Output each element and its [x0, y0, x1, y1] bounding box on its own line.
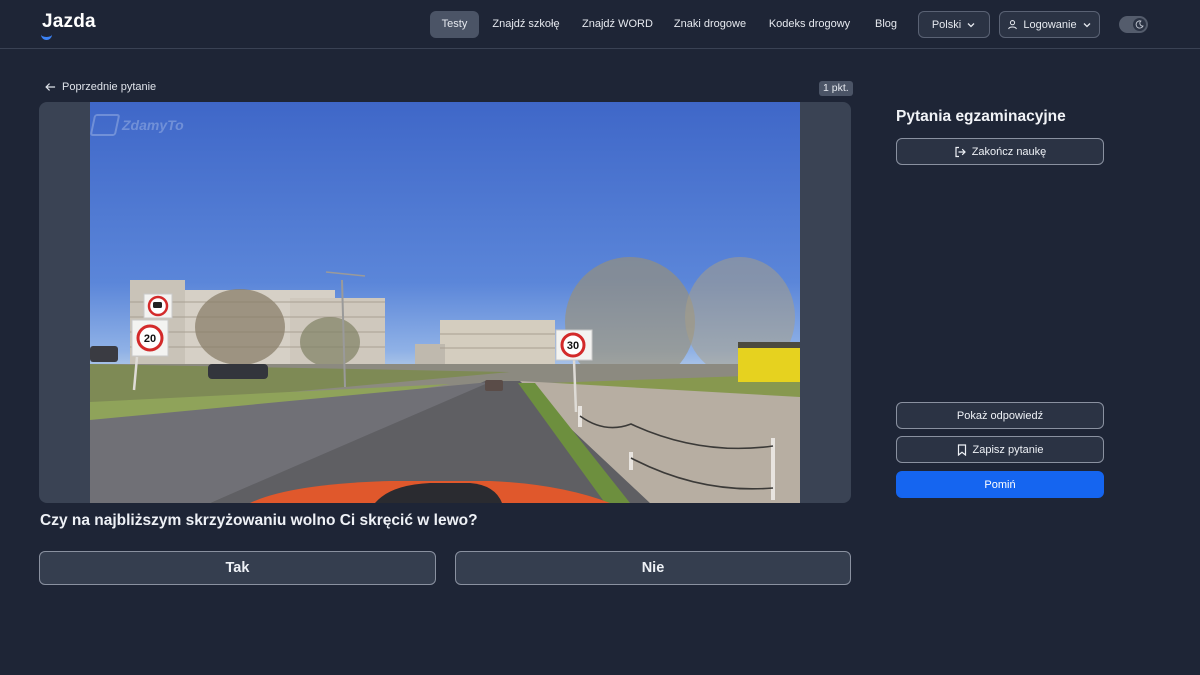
arrow-left-icon: [45, 83, 56, 91]
nav-item-znajdz-word[interactable]: Znajdź WORD: [582, 11, 653, 38]
question-text: Czy na najbliższym skrzyżowaniu wolno Ci…: [40, 512, 478, 529]
logo-swoosh-icon: [41, 33, 52, 40]
language-select[interactable]: Polski: [918, 11, 990, 38]
nav-item-kodeks-drogowy[interactable]: Kodeks drogowy: [768, 11, 851, 38]
save-question-button[interactable]: Zapisz pytanie: [896, 436, 1104, 463]
previous-question-label: Poprzednie pytanie: [62, 81, 157, 93]
show-answer-button[interactable]: Pokaż odpowiedź: [896, 402, 1104, 429]
top-navbar: Jazda Testy Znajdź szkołę Znajdź WORD Zn…: [0, 0, 1200, 49]
nav-item-znajdz-szkole[interactable]: Znajdź szkołę: [492, 11, 560, 38]
login-button[interactable]: Logowanie: [999, 11, 1100, 38]
save-question-label: Zapisz pytanie: [972, 443, 1044, 456]
speed-limit-20-label: 20: [144, 333, 156, 345]
watermark-text: ZdamyTo: [122, 117, 184, 133]
moon-icon: [1133, 18, 1146, 31]
bookmark-icon: [957, 443, 966, 456]
user-icon: [1008, 20, 1018, 30]
points-badge: 1 pkt.: [819, 81, 853, 96]
chevron-down-icon: [967, 22, 975, 27]
logout-icon: [955, 146, 966, 157]
theme-toggle[interactable]: [1119, 16, 1148, 33]
skip-button[interactable]: Pomiń: [896, 471, 1104, 498]
answer-no-button[interactable]: Nie: [455, 551, 851, 585]
chevron-down-icon: [1083, 22, 1091, 27]
road-scene-illustration: 30 20: [90, 257, 800, 503]
show-answer-label: Pokaż odpowiedź: [956, 409, 1044, 422]
login-label: Logowanie: [1023, 18, 1077, 31]
answer-yes-button[interactable]: Tak: [39, 551, 436, 585]
previous-question-link[interactable]: Poprzednie pytanie: [45, 81, 156, 93]
nav-item-testy[interactable]: Testy: [430, 11, 479, 38]
skip-label: Pomiń: [984, 478, 1016, 491]
finish-learning-button[interactable]: Zakończ naukę: [896, 138, 1104, 165]
finish-learning-label: Zakończ naukę: [971, 145, 1047, 158]
nav-item-blog[interactable]: Blog: [872, 11, 900, 38]
watermark-logo: ZdamyTo: [90, 114, 184, 136]
brand-logo[interactable]: Jazda: [41, 11, 96, 40]
question-media: 30 20 ZdamyTo: [39, 102, 851, 503]
question-photo: 30 20 ZdamyTo: [90, 102, 800, 503]
panel-title: Pytania egzaminacyjne: [896, 108, 1066, 125]
logo-text: Jazda: [42, 11, 96, 32]
language-label: Polski: [931, 18, 962, 31]
nav-item-znaki-drogowe[interactable]: Znaki drogowe: [673, 11, 747, 38]
speed-limit-30-label: 30: [567, 340, 579, 352]
